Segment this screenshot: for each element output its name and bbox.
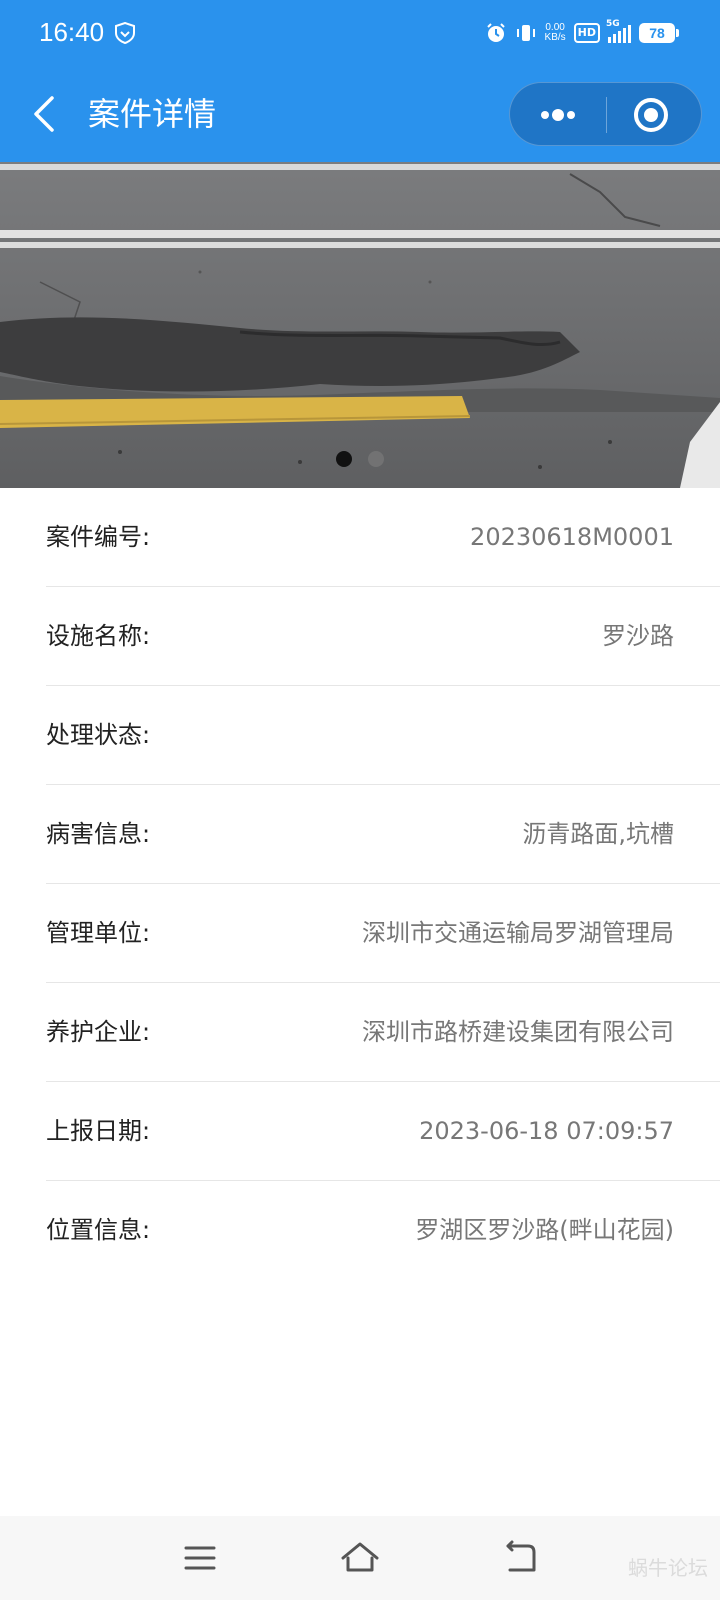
location-value: 罗湖区罗沙路(畔山花园) xyxy=(415,1216,674,1244)
system-nav-bar xyxy=(0,1516,720,1600)
shield-icon xyxy=(115,22,135,44)
battery-icon: 78 xyxy=(639,23,679,43)
maintenance-company-value: 深圳市路桥建设集团有限公司 xyxy=(362,1018,674,1046)
case-photo-carousel[interactable] xyxy=(0,162,720,488)
case-number-value: 20230618M0001 xyxy=(470,523,674,551)
menu-icon[interactable] xyxy=(178,1536,222,1580)
damage-info-value: 沥青路面,坑槽 xyxy=(522,820,674,848)
detail-row-location: 位置信息: 罗湖区罗沙路(畔山花园) xyxy=(0,1181,720,1280)
more-icon[interactable] xyxy=(510,83,606,147)
detail-row-report-date: 上报日期: 2023-06-18 07:09:57 xyxy=(0,1082,720,1181)
alarm-icon xyxy=(486,23,505,42)
damage-info-label: 病害信息: xyxy=(46,820,151,848)
detail-row-status: 处理状态: xyxy=(0,686,720,785)
case-detail-list: 案件编号: 20230618M0001 设施名称: 罗沙路 处理状态: 病害信息… xyxy=(0,488,720,1280)
status-bar: 16:40 0.00 KB/s HD 5G 78 xyxy=(0,0,720,66)
back-nav-icon[interactable] xyxy=(498,1536,542,1580)
status-label: 处理状态: xyxy=(46,721,151,749)
home-icon[interactable] xyxy=(338,1536,382,1580)
signal-icon: 5G xyxy=(606,19,631,43)
location-label: 位置信息: xyxy=(46,1216,151,1244)
network-type: 5G xyxy=(606,19,620,29)
mini-program-capsule xyxy=(509,82,702,146)
facility-name-label: 设施名称: xyxy=(46,622,151,650)
carousel-indicators xyxy=(0,451,720,467)
case-number-label: 案件编号: xyxy=(46,523,151,551)
detail-row-case-number: 案件编号: 20230618M0001 xyxy=(0,488,720,587)
road-damage-photo xyxy=(0,162,720,488)
maintenance-company-label: 养护企业: xyxy=(46,1018,151,1046)
watermark: 蜗牛论坛 xyxy=(628,1556,708,1580)
carousel-dot[interactable] xyxy=(368,451,384,467)
page-title: 案件详情 xyxy=(88,95,217,133)
report-date-value: 2023-06-18 07:09:57 xyxy=(419,1117,674,1145)
net-speed: 0.00 KB/s xyxy=(544,22,566,43)
detail-row-management-unit: 管理单位: 深圳市交通运输局罗湖管理局 xyxy=(0,884,720,983)
report-date-label: 上报日期: xyxy=(46,1117,151,1145)
nav-bar: 案件详情 xyxy=(0,66,720,162)
battery-level: 78 xyxy=(649,25,665,41)
management-unit-value: 深圳市交通运输局罗湖管理局 xyxy=(362,919,674,947)
detail-row-maintenance-company: 养护企业: 深圳市路桥建设集团有限公司 xyxy=(0,983,720,1082)
vibrate-icon xyxy=(516,25,535,41)
management-unit-label: 管理单位: xyxy=(46,919,151,947)
hd-badge: HD xyxy=(573,23,600,43)
carousel-dot-active[interactable] xyxy=(336,451,352,467)
close-mini-program-icon[interactable] xyxy=(607,83,703,147)
detail-row-facility-name: 设施名称: 罗沙路 xyxy=(0,587,720,686)
detail-row-damage-info: 病害信息: 沥青路面,坑槽 xyxy=(0,785,720,884)
back-icon[interactable] xyxy=(28,90,68,138)
status-indicators: 0.00 KB/s HD 5G 78 xyxy=(485,19,679,46)
status-time: 16:40 xyxy=(39,17,105,47)
facility-name-value: 罗沙路 xyxy=(602,622,674,650)
